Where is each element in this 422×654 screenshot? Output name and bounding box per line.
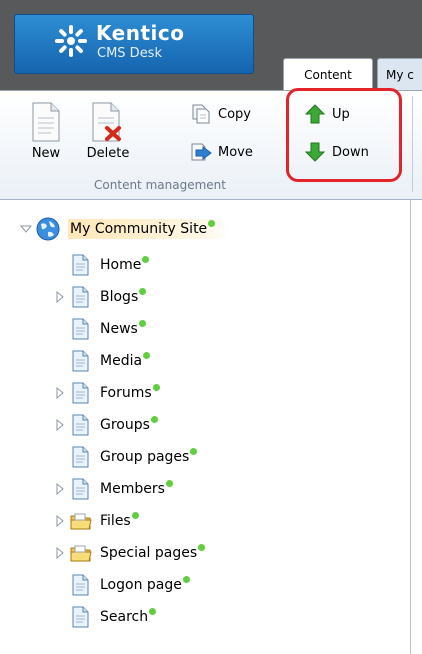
published-status-dot [165,479,173,487]
folder-icon [70,513,92,530]
published-status-dot [139,287,147,295]
move-button[interactable]: Move [190,142,253,162]
tree-item-label: News [100,321,138,337]
page-icon [72,478,89,500]
page-icon [72,382,89,404]
expand-arrow-icon[interactable] [54,547,66,559]
tree-item-label: Blogs [100,289,139,305]
tree-item[interactable]: Files [54,508,139,534]
page-icon [72,318,89,340]
page-icon [72,414,89,436]
tree-item[interactable]: Forums [54,380,160,406]
expander-spacer [54,355,66,367]
page-icon [72,350,89,372]
move-icon [191,143,212,161]
tree-item-label: Forums [100,385,152,401]
tree-item[interactable]: Blogs [54,284,147,310]
tree-item-label: Media [100,353,143,369]
logo-name: Kentico [96,21,185,45]
tree-item-label: Special pages [100,545,198,561]
move-label: Move [218,144,253,160]
tree-item[interactable]: Media [54,348,151,374]
tree-item-label: Home [100,257,142,273]
up-down-highlight [286,88,402,182]
copy-button[interactable]: Copy [190,104,251,124]
expander-spacer [54,579,66,591]
kentico-logo: Kentico CMS Desk [14,14,254,74]
expander-spacer [54,611,66,623]
page-icon [72,606,89,628]
page-icon [72,254,89,276]
page-icon [72,446,89,468]
expander-spacer [54,259,66,271]
tree-item[interactable]: News [54,316,146,342]
tree-item[interactable]: Logon page [54,572,190,598]
expand-arrow-icon[interactable] [54,387,66,399]
logo-subtitle: CMS Desk [97,46,162,61]
tree-root-node[interactable]: My Community Site [20,216,230,242]
tree-item-label: Group pages [100,449,190,465]
tab-content[interactable]: Content [283,58,373,90]
delete-document-icon [92,102,121,142]
ribbon-separator [412,96,413,192]
tree-item-label: Files [100,513,131,529]
tree-item[interactable]: Search [54,604,157,630]
expand-arrow-icon[interactable] [54,483,66,495]
tree-item-label: Groups [100,417,150,433]
published-status-dot [152,383,160,391]
tree-item-label: Members [100,481,165,497]
collapse-arrow-icon[interactable] [20,223,32,235]
tree-item[interactable]: Home [54,252,150,278]
tree-root-label[interactable]: My Community Site [68,219,230,239]
page-icon [72,574,89,596]
ribbon-group-label: Content management [94,178,226,192]
published-status-dot [149,607,157,615]
published-status-dot [190,447,198,455]
copy-icon [192,104,210,124]
delete-button[interactable]: Delete [80,102,136,161]
copy-label: Copy [218,106,251,122]
new-button[interactable]: New [26,102,66,161]
published-status-dot [182,575,190,583]
tree-item-label: Search [100,609,149,625]
published-status-dot [150,415,158,423]
page-icon [72,286,89,308]
published-status-dot [198,543,206,551]
tab-my-desk[interactable]: My c [377,58,422,90]
kentico-logo-icon [55,25,87,57]
published-status-dot [138,319,146,327]
root-label-text: My Community Site [70,221,208,237]
published-status-dot [131,511,139,519]
tree-item[interactable]: Group pages [54,444,198,470]
published-status-dot [143,351,151,359]
expand-arrow-icon[interactable] [54,515,66,527]
tree-item[interactable]: Members [54,476,173,502]
expander-spacer [54,451,66,463]
folder-icon [70,545,92,562]
published-status-dot [208,220,216,227]
tree-item-label: Logon page [100,577,182,593]
expander-spacer [54,323,66,335]
new-document-icon [32,102,60,142]
top-header: Kentico CMS Desk Content My c [0,0,422,90]
tree-panel-border [410,200,411,654]
expand-arrow-icon[interactable] [54,291,66,303]
tree-item[interactable]: Groups [54,412,158,438]
new-label: New [31,146,61,161]
tree-item[interactable]: Special pages [54,540,206,566]
published-status-dot [142,255,150,263]
delete-label: Delete [86,146,130,161]
globe-icon [36,217,60,241]
expand-arrow-icon[interactable] [54,419,66,431]
